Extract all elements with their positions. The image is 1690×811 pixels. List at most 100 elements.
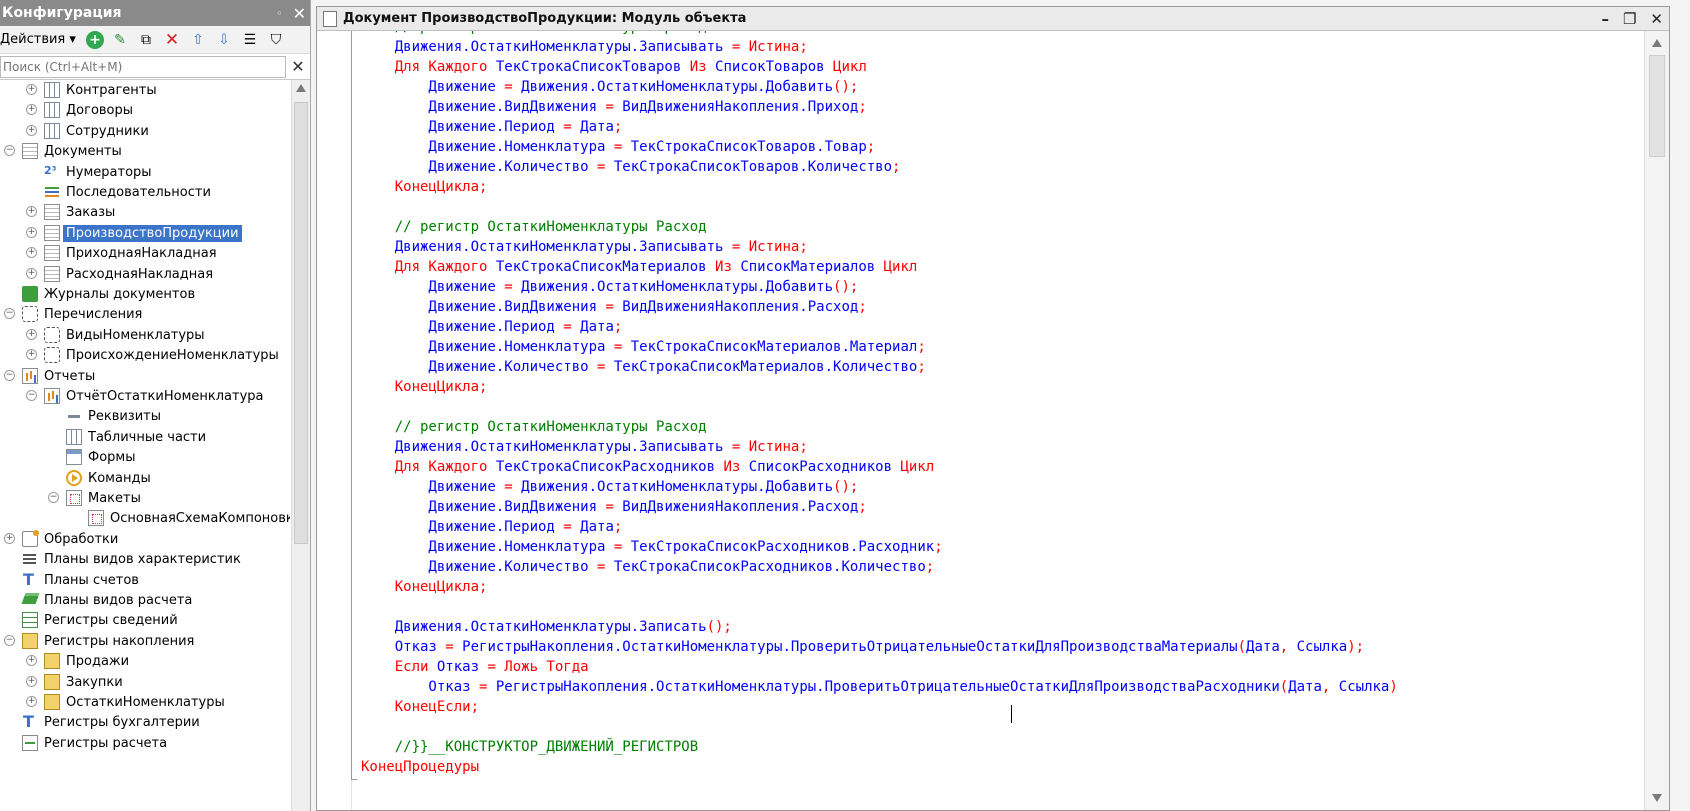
expand-icon[interactable]: + — [26, 84, 37, 95]
code-line: КонецЕсли; — [361, 697, 1643, 717]
tree-item[interactable]: Планы счетов — [22, 570, 139, 590]
tree-item[interactable]: Формы — [66, 447, 135, 467]
tree-item[interactable]: Регистры сведений — [22, 610, 178, 630]
collapse-icon[interactable]: − — [4, 635, 15, 646]
expand-icon[interactable]: + — [26, 655, 37, 666]
tree-item[interactable]: Журналы документов — [22, 284, 195, 304]
minimize-icon[interactable]: – — [1601, 10, 1609, 28]
code-token: Движение.ВидДвижения — [361, 299, 606, 315]
expand-icon[interactable]: + — [26, 104, 37, 115]
code-token: = — [605, 299, 614, 315]
edit-icon[interactable]: ✎ — [110, 30, 130, 50]
close-icon[interactable]: ✕ — [1650, 10, 1663, 28]
expand-icon[interactable]: + — [26, 125, 37, 136]
tree-item[interactable]: Регистры бухгалтерии — [22, 712, 200, 732]
tree-item[interactable]: Закупки — [44, 672, 123, 692]
code-token: (); — [833, 279, 859, 295]
filter-icon[interactable]: ⛉ — [266, 30, 286, 50]
tree-item[interactable]: Продажи — [44, 651, 129, 671]
tree-scroll-thumb[interactable] — [294, 102, 308, 544]
tree-item[interactable]: ОстаткиНоменклатуры — [44, 692, 225, 712]
sort-icon[interactable]: ☰ — [240, 30, 260, 50]
tree-item-label: Договоры — [66, 102, 134, 118]
actions-menu-button[interactable]: Действия ▾ — [0, 32, 76, 47]
tree-item[interactable]: Договоры — [44, 100, 133, 120]
tree-item[interactable]: ПриходнаяНакладная — [44, 243, 217, 263]
tree-item[interactable]: ПроисхождениеНоменклатуры — [44, 345, 279, 365]
tree-scrollbar[interactable] — [291, 80, 310, 811]
code-token: (); — [706, 619, 732, 635]
tree-item[interactable]: Документы — [22, 141, 122, 161]
tree-item[interactable]: Макеты — [66, 488, 141, 508]
expand-icon[interactable]: + — [26, 329, 37, 340]
move-up-icon[interactable]: ⇧ — [188, 30, 208, 50]
tree-item[interactable]: Заказы — [44, 202, 115, 222]
code-token: // регистр ОстаткиНоменклатуры Приход — [361, 31, 707, 35]
tree-item-label: Нумераторы — [66, 164, 152, 180]
configuration-toolbar: Действия ▾ + ✎ ⧉ ✕ ⇧ ⇩ ☰ ⛉ — [0, 26, 310, 54]
scroll-down-icon[interactable] — [1652, 794, 1662, 802]
collapse-icon[interactable]: − — [4, 308, 15, 319]
code-token: ТекСтрокаСписокТоваров.Товар — [622, 139, 867, 155]
expand-icon[interactable]: + — [26, 268, 37, 279]
expand-icon[interactable]: + — [26, 247, 37, 258]
collapse-icon[interactable]: − — [4, 370, 15, 381]
expand-icon[interactable]: + — [26, 696, 37, 707]
tree-item[interactable]: Команды — [66, 468, 151, 488]
tree-item[interactable]: Отчеты — [22, 366, 95, 386]
search-input[interactable] — [0, 55, 286, 78]
expand-icon[interactable]: + — [26, 206, 37, 217]
delete-icon[interactable]: ✕ — [162, 30, 182, 50]
expand-icon[interactable]: + — [26, 349, 37, 360]
tree-item[interactable]: ОсновнаяСхемаКомпоновкиДанных — [88, 508, 290, 528]
collapse-icon[interactable]: − — [48, 492, 59, 503]
collapse-icon[interactable]: − — [26, 390, 37, 401]
code-token: Для Каждого — [361, 59, 496, 75]
collapse-icon[interactable]: − — [4, 145, 15, 156]
code-line: Движение.Количество = ТекСтрокаСписокТов… — [361, 157, 1643, 177]
code-token: Дата — [1288, 679, 1322, 695]
tree-item[interactable]: ВидыНоменклатуры — [44, 325, 205, 345]
code-area[interactable]: // регистр ОстаткиНоменклатуры Приход Дв… — [361, 31, 1643, 777]
close-panel-icon[interactable]: ✕ — [293, 4, 306, 23]
document-icon — [44, 225, 60, 241]
tree-item-label: Планы видов расчета — [44, 592, 193, 608]
editor-body[interactable]: // регистр ОстаткиНоменклатуры Приход Дв… — [317, 31, 1669, 810]
tree-item[interactable]: Сотрудники — [44, 121, 149, 141]
move-down-icon[interactable]: ⇩ — [214, 30, 234, 50]
expand-icon[interactable]: + — [26, 227, 37, 238]
tree-item[interactable]: 2³ Нумераторы — [44, 162, 152, 182]
expand-icon[interactable]: + — [4, 533, 15, 544]
code-token: = — [563, 119, 572, 135]
tree-item[interactable]: Регистры расчета — [22, 733, 167, 753]
code-token: ; — [925, 559, 935, 575]
tree-item[interactable]: Табличные части — [66, 427, 206, 447]
tree-item[interactable]: Планы видов характеристик — [22, 549, 241, 569]
editor-scrollbar[interactable] — [1644, 31, 1669, 810]
tree-item[interactable]: Контрагенты — [44, 80, 157, 100]
pin-icon[interactable]: ◦ — [276, 7, 283, 20]
clear-search-icon[interactable]: ✕ — [286, 57, 310, 76]
code-token: Движение.ВидДвижения — [361, 99, 606, 115]
code-token: Движение.Номенклатура — [361, 139, 614, 155]
tree-item[interactable]: ОтчётОстаткиНоменклатура — [44, 386, 264, 406]
copy-icon[interactable]: ⧉ — [136, 30, 156, 50]
tree-item[interactable]: Обработки — [22, 529, 118, 549]
tree-item[interactable]: РасходнаяНакладная — [44, 264, 213, 284]
tree-item[interactable]: Планы видов расчета — [22, 590, 192, 610]
code-line: Отказ = РегистрыНакопления.ОстаткиНоменк… — [361, 637, 1643, 657]
tree-item-label: ОсновнаяСхемаКомпоновкиДанных — [110, 510, 290, 526]
expand-icon[interactable]: + — [26, 676, 37, 687]
editor-scroll-thumb[interactable] — [1649, 55, 1665, 157]
tree-item[interactable]: ПроизводствоПродукции — [44, 223, 242, 243]
scroll-up-icon[interactable] — [1652, 39, 1662, 47]
scroll-up-icon[interactable] — [296, 84, 306, 92]
tree-item[interactable]: Последовательности — [44, 182, 211, 202]
code-line: КонецПроцедуры — [361, 757, 1643, 777]
add-icon[interactable]: + — [85, 30, 104, 49]
code-line: Для Каждого ТекСтрокаСписокМатериалов Из… — [361, 257, 1643, 277]
tree-item[interactable]: Регистры накопления — [22, 631, 194, 651]
tree-item[interactable]: Реквизиты — [66, 406, 161, 426]
maximize-icon[interactable]: ❐ — [1623, 10, 1636, 28]
tree-item[interactable]: Перечисления — [22, 304, 142, 324]
